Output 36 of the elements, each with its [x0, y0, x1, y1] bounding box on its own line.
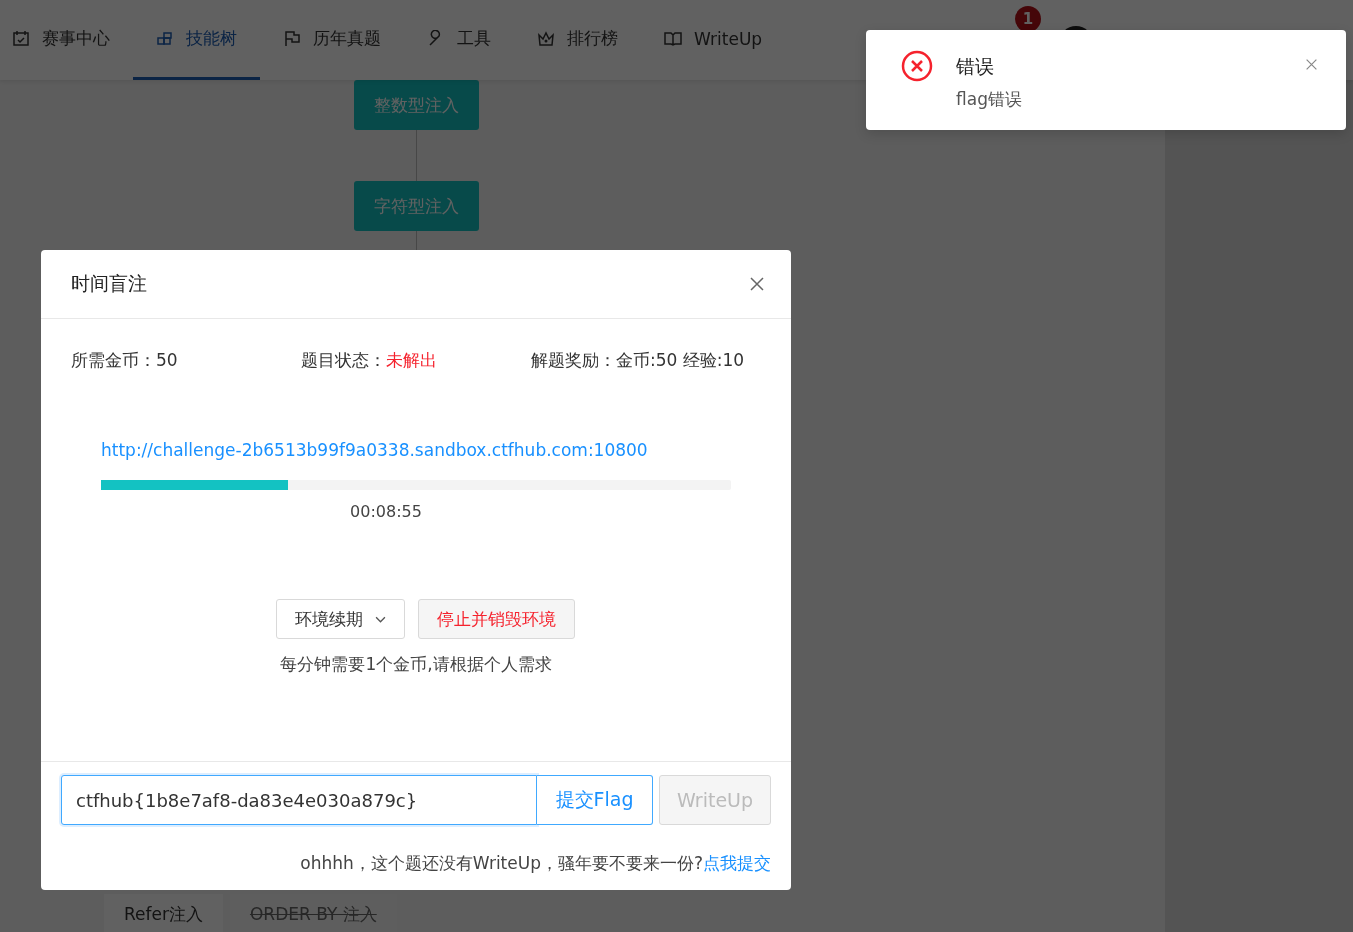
caret-icon [374, 615, 386, 623]
nav-tab[interactable]: WriteUp [641, 0, 786, 80]
submit-flag-button[interactable]: 提交Flag [537, 775, 653, 825]
nav-tab[interactable]: 赛事中心 [0, 0, 133, 80]
dialog-title: 时间盲注 [71, 271, 147, 296]
time-remaining: 00:08:55 [349, 502, 423, 521]
submit-writeup-link[interactable]: 点我提交 [703, 853, 771, 873]
info-value: 50 [156, 350, 178, 370]
challenge-link[interactable]: http://challenge-2b6513b99f9a0338.sandbox.ctfhub.com:10800 [101, 440, 761, 460]
skill-node[interactable]: 整数型注入 [353, 80, 479, 130]
nav-tab[interactable]: 历年真题 [260, 0, 404, 80]
notification-title: 错误 [956, 54, 995, 79]
close-icon[interactable] [1305, 58, 1318, 71]
skill-node[interactable]: 字符型注入 [353, 181, 479, 231]
info-label: 题目状态： [301, 350, 386, 370]
close-icon[interactable] [749, 276, 765, 292]
skill-node[interactable]: Refer注入 [104, 894, 223, 932]
hint-text: 每分钟需要1个金币,请根据个人需求 [279, 653, 553, 676]
footer-text: ohhhh，这个题还没有WriteUp，骚年要不要来一份? [300, 853, 703, 873]
error-icon [901, 50, 933, 82]
notification-message: flag错误 [956, 88, 1023, 111]
notification-badge: 1 [1015, 6, 1041, 32]
info-label: 所需金币： [71, 350, 156, 370]
renew-dropdown[interactable]: 环境续期 [275, 599, 405, 639]
crown-icon [537, 29, 555, 48]
flag-icon [283, 29, 301, 48]
stop-button[interactable]: 停止并销毁环境 [417, 599, 575, 639]
book-icon [664, 29, 682, 48]
info-value: 未解出 [386, 350, 437, 370]
nav-tab[interactable]: 排行榜 [514, 0, 641, 80]
calendar-icon [12, 29, 30, 48]
info-label: 解题奖励： [531, 350, 616, 370]
blocks-icon [156, 29, 174, 48]
info-value: 金币:50 经验:10 [616, 350, 745, 370]
nav-tab[interactable]: 工具 [404, 0, 514, 80]
flag-input[interactable]: ctfhub{1b8e7af8-da83e4e030a879c} [61, 775, 537, 825]
